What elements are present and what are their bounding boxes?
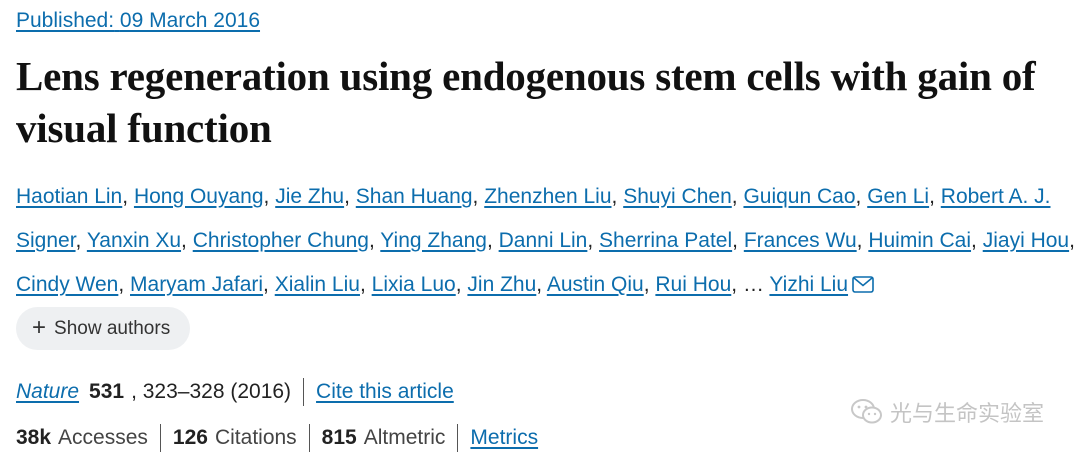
- author-link[interactable]: Yanxin Xu: [87, 229, 181, 252]
- author-link[interactable]: Huimin Cai: [868, 229, 971, 252]
- author-separator: ,: [368, 229, 375, 252]
- author-separator: ,: [263, 273, 269, 296]
- wechat-icon: [850, 399, 882, 424]
- author-link[interactable]: Christopher Chung: [193, 229, 369, 252]
- divider: [303, 378, 305, 406]
- author-link[interactable]: Jie Zhu: [275, 185, 344, 208]
- citations-count: 126: [172, 426, 208, 449]
- show-authors-button[interactable]: + Show authors: [16, 307, 191, 350]
- author-link[interactable]: Guiqun Cao: [743, 185, 855, 208]
- author-link[interactable]: Jin Zhu: [467, 273, 536, 296]
- author-list: Haotian Lin, Hong Ouyang, Jie Zhu, Shan …: [16, 175, 1076, 307]
- divider: [308, 424, 310, 452]
- altmetric-label: Altmetric: [363, 426, 446, 449]
- author-link[interactable]: Austin Qiu: [547, 273, 644, 296]
- watermark-text: 光与生命实验室: [889, 401, 1044, 426]
- author-separator: ,: [731, 185, 738, 208]
- author-separator: ,: [75, 229, 82, 252]
- author-separator: ,: [486, 229, 493, 252]
- pages-year: , 323–328 (2016): [131, 380, 292, 403]
- author-link[interactable]: Gen Li: [867, 185, 929, 208]
- author-separator: ,: [971, 229, 977, 252]
- author-separator: ,: [731, 273, 738, 296]
- author-link[interactable]: Lixia Luo: [372, 273, 456, 296]
- author-separator: ,: [263, 185, 270, 208]
- author-link[interactable]: Shan Huang: [356, 185, 473, 208]
- published-date[interactable]: Published: 09 March 2016: [16, 9, 260, 33]
- accesses-label: Accesses: [58, 426, 148, 449]
- author-link[interactable]: Hong Ouyang: [134, 185, 264, 208]
- author-separator: ,: [472, 185, 479, 208]
- citations-label: Citations: [214, 426, 297, 449]
- author-link[interactable]: Shuyi Chen: [623, 185, 732, 208]
- watermark: 光与生命实验室: [850, 396, 1044, 428]
- author-link[interactable]: Sherrina Patel: [599, 229, 732, 252]
- mail-icon[interactable]: [852, 276, 874, 293]
- author-separator: ,: [344, 185, 350, 208]
- cite-this-article-link[interactable]: Cite this article: [316, 380, 454, 404]
- author-ellipsis: …: [742, 273, 764, 296]
- author-separator: ,: [455, 273, 462, 296]
- author-link[interactable]: Frances Wu: [744, 229, 857, 252]
- published-label: Published:: [16, 9, 115, 32]
- citation-line: Nature 531 , 323–328 (2016) Cite this ar…: [16, 378, 454, 406]
- metrics-bar: 38k Accesses 126 Citations 815 Altmetric…: [16, 424, 538, 452]
- author-separator: ,: [855, 185, 862, 208]
- accesses-count: 38k: [16, 426, 52, 449]
- divider: [457, 424, 459, 452]
- author-separator: ,: [929, 185, 935, 208]
- author-separator: ,: [122, 185, 129, 208]
- author-link[interactable]: Haotian Lin: [16, 185, 122, 208]
- author-separator: ,: [611, 185, 618, 208]
- metrics-link[interactable]: Metrics: [470, 426, 538, 450]
- plus-icon: +: [32, 313, 47, 341]
- altmetric-score: 815: [321, 426, 357, 449]
- article-title: Lens regeneration using endogenous stem …: [16, 53, 1036, 151]
- volume: 531: [89, 380, 125, 403]
- author-separator: ,: [1069, 229, 1075, 252]
- divider: [159, 424, 161, 452]
- author-separator: ,: [856, 229, 863, 252]
- author-link[interactable]: Danni Lin: [499, 229, 588, 252]
- author-link[interactable]: Rui Hou: [655, 273, 731, 296]
- author-link[interactable]: Maryam Jafari: [130, 273, 263, 296]
- author-link[interactable]: Zhenzhen Liu: [484, 185, 611, 208]
- author-separator: ,: [587, 229, 594, 252]
- author-separator: ,: [359, 273, 366, 296]
- author-link[interactable]: Ying Zhang: [380, 229, 487, 252]
- published-link[interactable]: Published: 09 March 2016: [16, 9, 260, 32]
- author-separator: ,: [643, 273, 650, 296]
- author-separator: ,: [536, 273, 543, 296]
- author-link[interactable]: Xialin Liu: [275, 273, 360, 296]
- journal-link[interactable]: Nature: [16, 380, 79, 404]
- author-link[interactable]: Cindy Wen: [16, 273, 118, 296]
- author-link[interactable]: Jiayi Hou: [983, 229, 1069, 252]
- corresponding-author-link[interactable]: Yizhi Liu: [769, 273, 848, 296]
- show-authors-label: Show authors: [54, 317, 171, 339]
- published-date-value: 09 March 2016: [119, 9, 261, 32]
- author-separator: ,: [118, 273, 125, 296]
- author-separator: ,: [732, 229, 738, 252]
- author-separator: ,: [181, 229, 187, 252]
